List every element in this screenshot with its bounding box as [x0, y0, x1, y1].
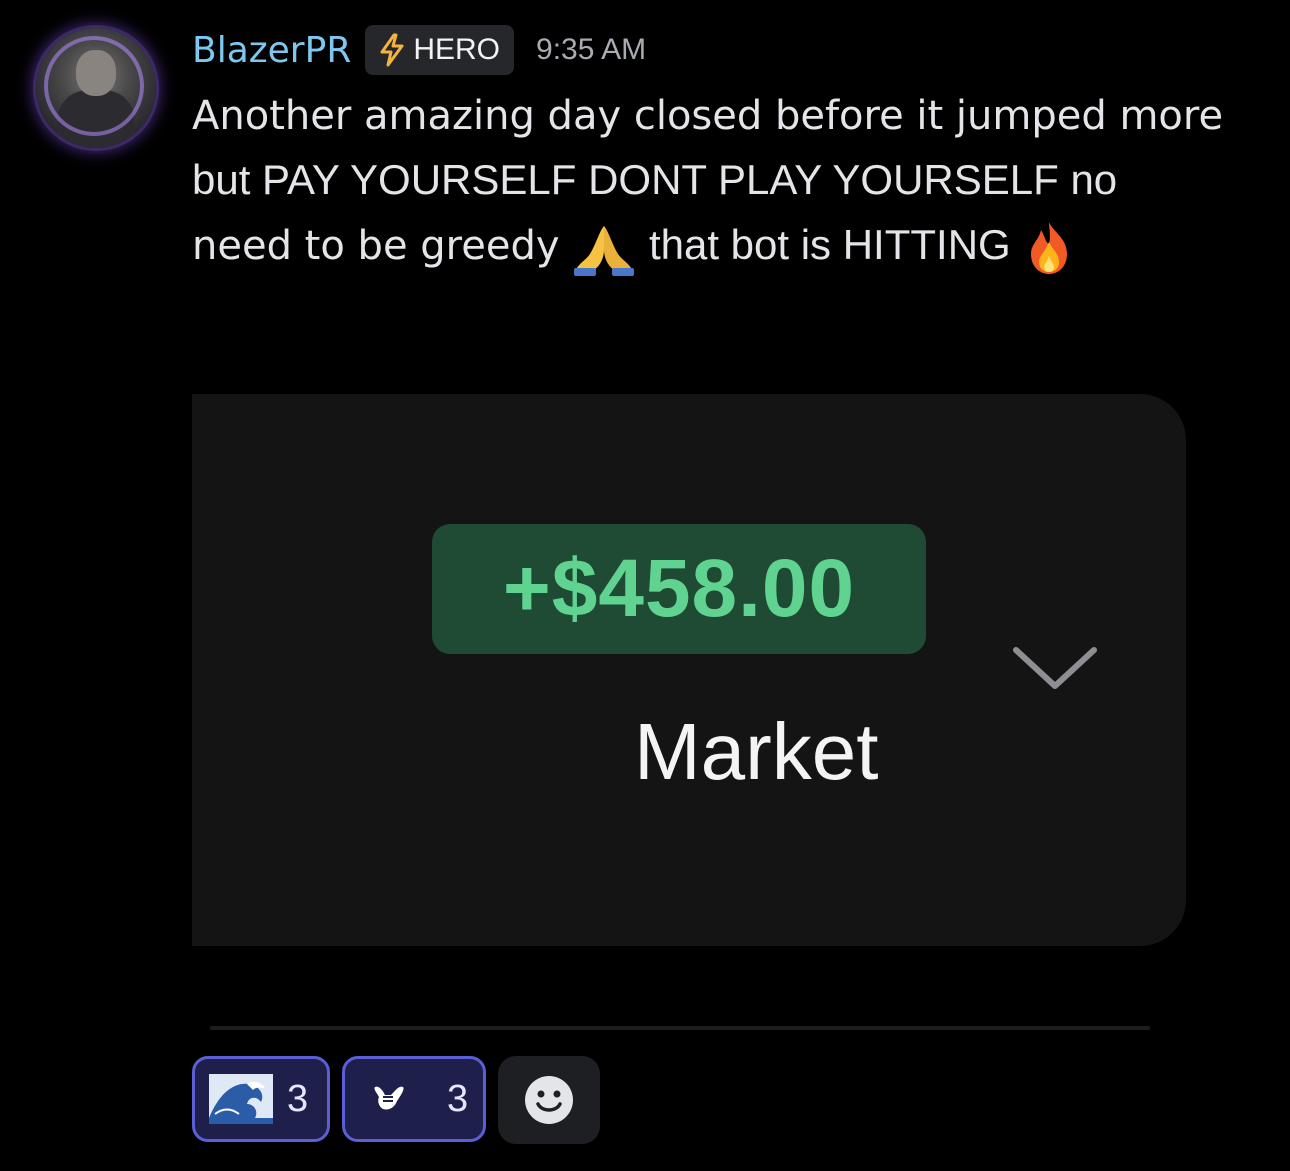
wave-emoji	[209, 1074, 273, 1124]
reaction-shaka[interactable]: 3	[342, 1056, 486, 1142]
username[interactable]: BlazerPR	[192, 30, 351, 71]
role-badge-label: HERO	[413, 33, 501, 66]
message-text: need to be greedy	[192, 223, 560, 269]
message-line: but PAY YOURSELF DONT PLAY YOURSELF no	[192, 156, 1118, 203]
message-line: need to be greedy that bot is HITTING	[192, 213, 1252, 278]
reaction-wave[interactable]: 3	[192, 1056, 330, 1142]
lightning-bolt-icon	[380, 33, 404, 67]
message-line: Another amazing day closed before it jum…	[192, 93, 1224, 139]
fire-emoji[interactable]	[1023, 220, 1075, 276]
chevron-down-icon	[1013, 647, 1097, 689]
smiley-add-reaction-icon	[525, 1076, 573, 1124]
reaction-count: 3	[287, 1077, 309, 1120]
add-reaction-button[interactable]	[498, 1056, 600, 1144]
image-attachment[interactable]: +$458.00 Market	[192, 394, 1186, 946]
folded-hands-emoji[interactable]	[572, 220, 636, 276]
market-label: Market	[634, 707, 879, 796]
user-avatar[interactable]	[36, 28, 156, 148]
shaka-hand-emoji	[374, 1086, 404, 1110]
message-header: BlazerPR HERO 9:35 AM	[192, 22, 646, 78]
message-timestamp[interactable]: 9:35 AM	[536, 33, 646, 67]
reaction-count: 3	[447, 1077, 469, 1120]
pnl-value: +$458.00	[502, 543, 856, 634]
role-badge[interactable]: HERO	[365, 25, 515, 75]
pnl-pill: +$458.00	[432, 524, 926, 654]
avatar-decoration-ring	[44, 36, 144, 136]
message-text: that bot is HITTING	[648, 221, 1011, 268]
message-content: Another amazing day closed before it jum…	[192, 84, 1252, 278]
divider	[210, 1026, 1150, 1030]
